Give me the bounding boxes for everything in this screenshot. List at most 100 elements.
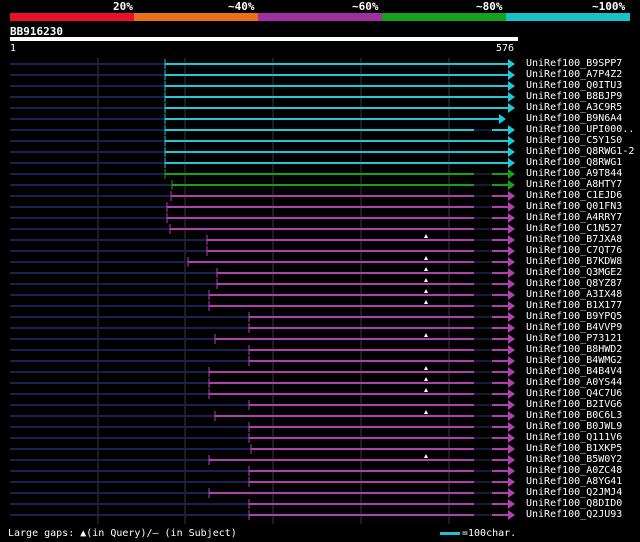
hit-query-gap-28-0 <box>424 366 428 370</box>
hit-label[interactable]: UniRef100_B0JWL9 <box>526 421 622 432</box>
hit-arrow-23 <box>508 312 515 322</box>
hit-arrow-19 <box>508 268 515 278</box>
hit-arrow-10 <box>508 169 515 179</box>
hit-query-gap-32-0 <box>424 410 428 414</box>
hit-label[interactable]: UniRef100_A3IX48 <box>526 289 622 300</box>
hit-arrow-31 <box>508 400 515 410</box>
hit-query-gap-18-0 <box>424 256 428 260</box>
hit-arrow-1 <box>508 70 515 80</box>
hit-arrow-38 <box>508 477 515 487</box>
hit-arrow-6 <box>508 125 515 135</box>
hit-arrow-35 <box>508 444 515 454</box>
hit-query-gap-30-0 <box>424 388 428 392</box>
hit-label[interactable]: UniRef100_B9SPP7 <box>526 58 622 69</box>
hit-label[interactable]: UniRef100_C1EJD6 <box>526 190 622 201</box>
hit-label[interactable]: UniRef100_UPI000.. <box>526 124 634 135</box>
hit-label[interactable]: UniRef100_A8YG41 <box>526 476 622 487</box>
hit-label[interactable]: UniRef100_C1N527 <box>526 223 622 234</box>
hit-label[interactable]: UniRef100_Q8YZ87 <box>526 278 622 289</box>
hit-arrow-25 <box>508 334 515 344</box>
hit-arrow-15 <box>508 224 515 234</box>
hit-label[interactable]: UniRef100_C5Y1S0 <box>526 135 622 146</box>
hit-label[interactable]: UniRef100_Q4C7U6 <box>526 388 622 399</box>
hit-label[interactable]: UniRef100_Q0ITU3 <box>526 80 622 91</box>
hit-arrow-7 <box>508 136 515 146</box>
hit-arrow-22 <box>508 301 515 311</box>
hit-query-gap-25-0 <box>424 333 428 337</box>
hit-label[interactable]: UniRef100_B2IVG6 <box>526 399 622 410</box>
hit-query-gap-22-0 <box>424 300 428 304</box>
hit-label[interactable]: UniRef100_B8BJP9 <box>526 91 622 102</box>
hit-arrow-41 <box>508 510 515 520</box>
hit-arrow-26 <box>508 345 515 355</box>
scale-swatch <box>440 531 460 535</box>
hit-arrow-36 <box>508 455 515 465</box>
hit-label[interactable]: UniRef100_B0C6L3 <box>526 410 622 421</box>
hit-arrow-29 <box>508 378 515 388</box>
hit-arrow-39 <box>508 488 515 498</box>
hit-label[interactable]: UniRef100_Q2JU93 <box>526 509 622 520</box>
hit-arrow-18 <box>508 257 515 267</box>
hit-arrow-33 <box>508 422 515 432</box>
hit-arrow-11 <box>508 180 515 190</box>
hit-arrow-37 <box>508 466 515 476</box>
hit-arrow-40 <box>508 499 515 509</box>
hit-label[interactable]: UniRef100_Q111V6 <box>526 432 622 443</box>
hit-label[interactable]: UniRef100_Q2JMJ4 <box>526 487 622 498</box>
hit-arrow-27 <box>508 356 515 366</box>
hit-label[interactable]: UniRef100_B9YPQ5 <box>526 311 622 322</box>
hit-label[interactable]: UniRef100_B1X177 <box>526 300 622 311</box>
hit-label[interactable]: UniRef100_B7KDW8 <box>526 256 622 267</box>
hit-arrow-24 <box>508 323 515 333</box>
hit-query-gap-16-0 <box>424 234 428 238</box>
hit-label[interactable]: UniRef100_B4B4V4 <box>526 366 622 377</box>
hit-label[interactable]: UniRef100_A3C9R5 <box>526 102 622 113</box>
gap-legend: Large gaps: ▲(in Query)/– (in Subject) <box>8 528 237 539</box>
hit-label[interactable]: UniRef100_P73121 <box>526 333 622 344</box>
hit-arrow-17 <box>508 246 515 256</box>
hit-label[interactable]: UniRef100_Q3MGE2 <box>526 267 622 278</box>
hit-label[interactable]: UniRef100_B7JXA8 <box>526 234 622 245</box>
hit-arrow-4 <box>508 103 515 113</box>
hit-label[interactable]: UniRef100_B4WMG2 <box>526 355 622 366</box>
hit-arrow-30 <box>508 389 515 399</box>
hit-label[interactable]: UniRef100_Q8RWG1 <box>526 157 622 168</box>
hit-query-gap-21-0 <box>424 289 428 293</box>
hit-label[interactable]: UniRef100_B9N6A4 <box>526 113 622 124</box>
hit-arrow-16 <box>508 235 515 245</box>
hit-label[interactable]: UniRef100_A4RRY7 <box>526 212 622 223</box>
hit-arrow-2 <box>508 81 515 91</box>
hit-arrow-8 <box>508 147 515 157</box>
hit-arrow-14 <box>508 213 515 223</box>
hit-arrow-34 <box>508 433 515 443</box>
hit-query-gap-20-0 <box>424 278 428 282</box>
hit-arrow-13 <box>508 202 515 212</box>
hit-label[interactable]: UniRef100_C7QT76 <box>526 245 622 256</box>
hit-query-gap-19-0 <box>424 267 428 271</box>
hit-arrow-20 <box>508 279 515 289</box>
hit-label[interactable]: UniRef100_A9T844 <box>526 168 622 179</box>
hit-arrow-3 <box>508 92 515 102</box>
hit-label[interactable]: UniRef100_A8HTY7 <box>526 179 622 190</box>
hit-arrow-9 <box>508 158 515 168</box>
hit-label[interactable]: UniRef100_Q01FN3 <box>526 201 622 212</box>
hit-query-gap-29-0 <box>424 377 428 381</box>
hit-arrow-5 <box>499 114 506 124</box>
hit-arrow-12 <box>508 191 515 201</box>
hit-label[interactable]: UniRef100_A0ZC48 <box>526 465 622 476</box>
hit-label[interactable]: UniRef100_B1XKP5 <box>526 443 622 454</box>
hit-label[interactable]: UniRef100_B5W0Y2 <box>526 454 622 465</box>
hit-arrow-32 <box>508 411 515 421</box>
hit-label[interactable]: UniRef100_Q8DID0 <box>526 498 622 509</box>
hit-arrow-28 <box>508 367 515 377</box>
hit-arrow-0 <box>508 59 515 69</box>
hit-label[interactable]: UniRef100_Q8RWG1-2 <box>526 146 634 157</box>
hit-query-gap-36-0 <box>424 454 428 458</box>
scale-legend: =100char. <box>440 528 516 539</box>
hit-label[interactable]: UniRef100_B4VVP9 <box>526 322 622 333</box>
scale-label: =100char. <box>462 528 517 539</box>
hit-label[interactable]: UniRef100_B8HWD2 <box>526 344 622 355</box>
hit-label[interactable]: UniRef100_A0YS44 <box>526 377 622 388</box>
hit-label[interactable]: UniRef100_A7P4Z2 <box>526 69 622 80</box>
hit-arrow-21 <box>508 290 515 300</box>
